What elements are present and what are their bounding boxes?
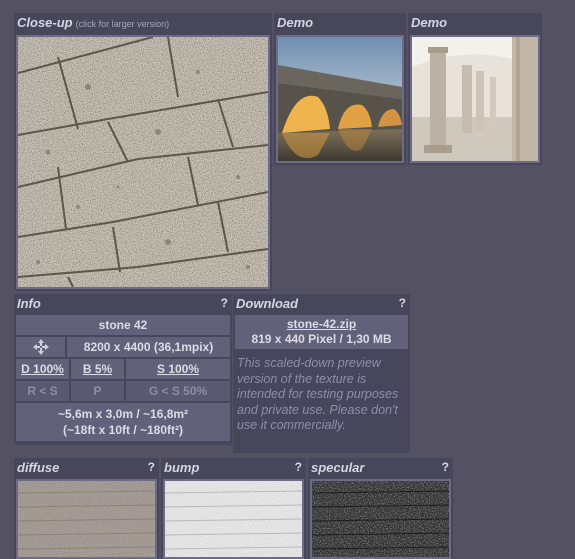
diffuse-title-text: diffuse (17, 460, 60, 475)
specular-map-image[interactable] (310, 479, 451, 559)
diffuse-map-link[interactable]: D 100% (16, 359, 69, 379)
closeup-panel: Close-up (click for larger version) (14, 13, 272, 291)
closeup-title-text: Close-up (17, 15, 73, 30)
diffuse-panel: diffuse ? (14, 458, 159, 559)
download-help-button[interactable]: ? (399, 294, 406, 313)
resolution: 8200 x 4400 (36,1mpix) (67, 337, 230, 357)
info-title-text: Info (17, 296, 41, 311)
download-box[interactable]: stone-42.zip 819 x 440 Pixel / 1,30 MB (235, 315, 408, 349)
closeup-hint: (click for larger version) (75, 19, 170, 29)
info-help-button[interactable]: ? (221, 294, 228, 313)
demo-title-2: Demo (411, 15, 448, 30)
specular-help-button[interactable]: ? (442, 458, 449, 477)
demo-image-bridge[interactable] (276, 35, 404, 163)
real-world-size: ~5,6m x 3,0m / ~16,8m² (~18ft x 10ft / ~… (16, 403, 230, 441)
size-metric: ~5,6m x 3,0m / ~16,8m² (57, 407, 189, 421)
demo-panel-1: Demo (274, 13, 406, 165)
diffuse-title: diffuse ? (14, 458, 159, 477)
gloss-map-status: G < S 50% (126, 381, 230, 401)
download-panel: Download ? stone-42.zip 819 x 440 Pixel … (233, 294, 410, 453)
specular-map-link[interactable]: S 100% (126, 359, 230, 379)
roughness-map-status: R < S (16, 381, 69, 401)
move-icon (32, 339, 49, 355)
demo-title-1: Demo (277, 15, 314, 30)
size-imperial: (~18ft x 10ft / ~180ft²) (62, 423, 184, 437)
download-title: Download ? (233, 294, 410, 313)
download-file-link[interactable]: stone-42.zip (235, 317, 408, 332)
specular-title-text: specular (311, 460, 365, 475)
parallax-map-status: P (71, 381, 124, 401)
info-panel: Info ? stone 42 8200 x 4400 (36,1mpix) D… (14, 294, 232, 445)
texture-name: stone 42 (16, 315, 230, 335)
bump-panel: bump ? (161, 458, 306, 559)
move-icon-cell (16, 337, 65, 357)
info-title: Info ? (14, 294, 232, 313)
bump-map-link[interactable]: B 5% (71, 359, 124, 379)
closeup-image[interactable] (16, 35, 270, 289)
download-title-text: Download (236, 296, 299, 311)
closeup-title: Close-up (click for larger version) (14, 13, 272, 32)
download-file-info: 819 x 440 Pixel / 1,30 MB (251, 332, 392, 346)
specular-title: specular ? (308, 458, 453, 477)
bump-map-image[interactable] (163, 479, 304, 559)
bump-title: bump ? (161, 458, 306, 477)
demo-panel-2: Demo (408, 13, 542, 165)
specular-panel: specular ? (308, 458, 453, 559)
demo-image-colonnade[interactable] (410, 35, 540, 163)
diffuse-map-image[interactable] (16, 479, 157, 559)
download-notice: This scaled-down preview version of the … (237, 356, 399, 433)
bump-title-text: bump (164, 460, 200, 475)
diffuse-help-button[interactable]: ? (148, 458, 155, 477)
bump-help-button[interactable]: ? (295, 458, 302, 477)
